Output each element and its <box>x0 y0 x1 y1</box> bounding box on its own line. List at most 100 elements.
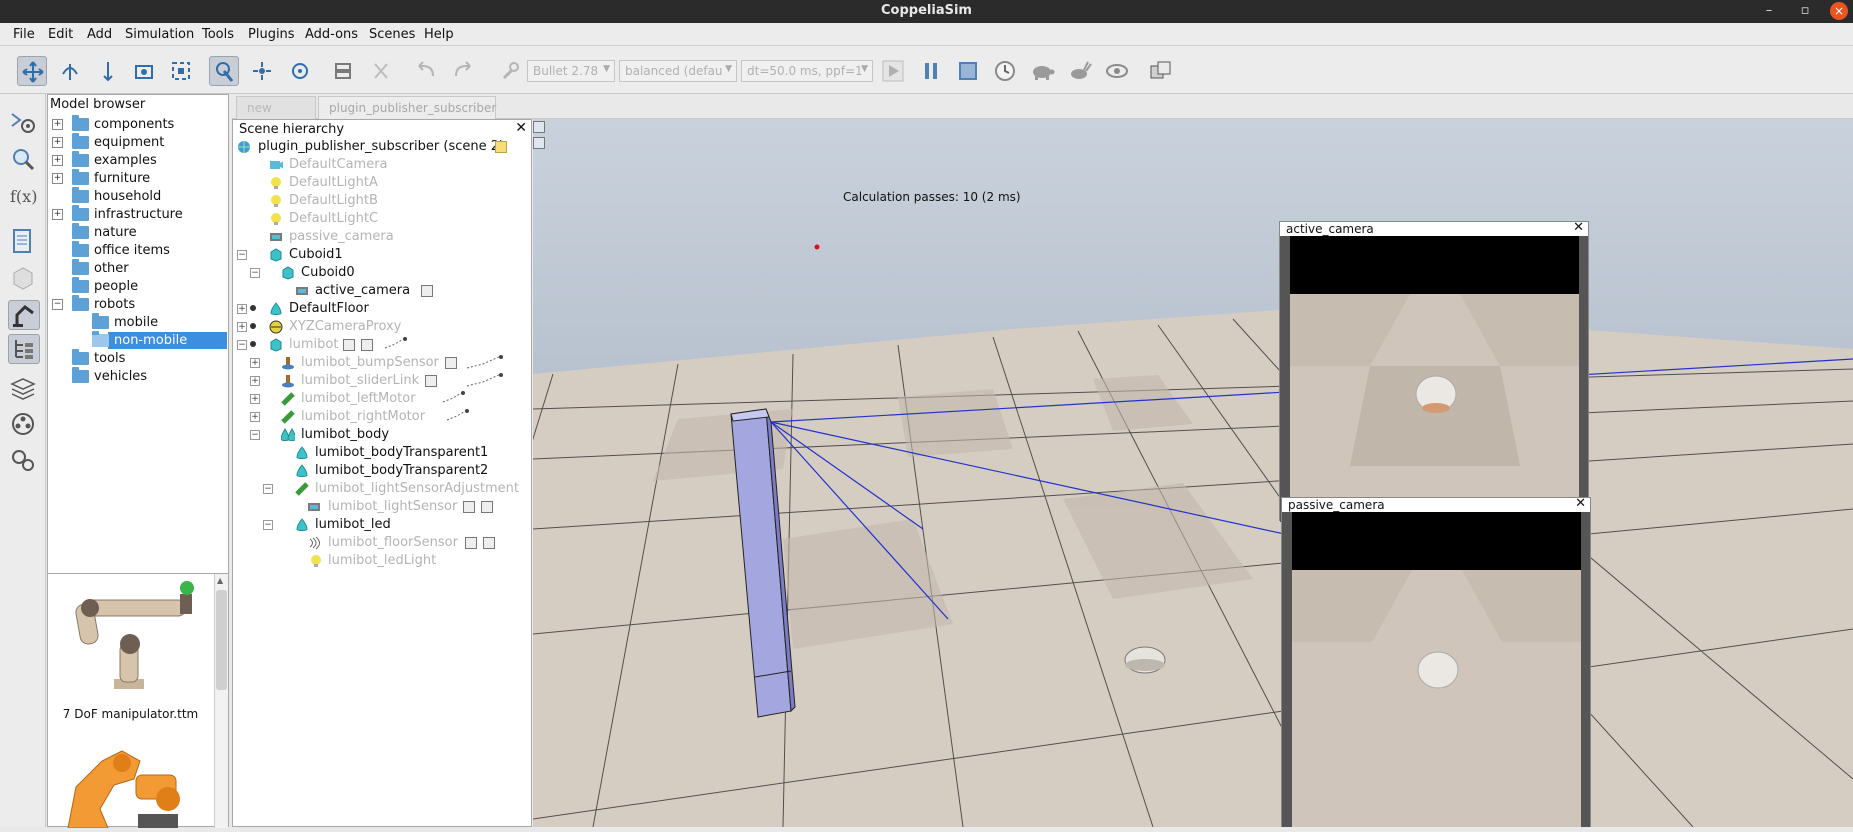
menu-file[interactable]: File <box>13 27 35 42</box>
customization-script-icon[interactable] <box>481 501 493 513</box>
menu-add[interactable]: Add <box>87 27 112 42</box>
close-floating-view-button[interactable]: ✕ <box>1573 221 1584 235</box>
expand-icon[interactable]: + <box>250 412 260 422</box>
expand-icon[interactable]: + <box>52 137 63 148</box>
menu-edit[interactable]: Edit <box>48 27 73 42</box>
script-icon[interactable] <box>445 357 457 369</box>
start-simulation-button[interactable] <box>878 56 908 86</box>
folder-nature[interactable]: nature <box>48 223 228 242</box>
menu-help[interactable]: Help <box>424 27 454 42</box>
undo-button[interactable] <box>411 56 441 86</box>
calculation-modules-button[interactable]: f(x) <box>8 182 40 212</box>
selection-button[interactable] <box>8 145 40 175</box>
script-icon[interactable] <box>425 375 437 387</box>
hierarchy-item-defaultcamera[interactable]: DefaultCamera <box>233 156 531 174</box>
timestep-select[interactable]: dt=50.0 ms, ppf=1 ▼ <box>741 60 873 82</box>
collapse-icon[interactable]: − <box>250 268 260 278</box>
click-selection-button[interactable] <box>209 56 239 86</box>
script-icon[interactable] <box>343 339 355 351</box>
script-icon[interactable] <box>421 285 433 297</box>
hierarchy-item-active-camera[interactable]: active_camera <box>233 282 531 300</box>
floating-view-passive-camera[interactable]: passive_camera ✕ <box>1281 497 1591 827</box>
script-icon[interactable] <box>495 141 507 153</box>
hierarchy-item-lumibot-rightmotor[interactable]: + lumibot_rightMotor <box>233 408 531 426</box>
tab-new-scene[interactable]: new scene <box>236 96 316 129</box>
collapse-icon[interactable]: − <box>52 299 63 310</box>
menu-scenes[interactable]: Scenes <box>369 27 415 42</box>
engine-settings-button[interactable] <box>495 56 525 86</box>
folder-vehicles[interactable]: vehicles <box>48 367 228 386</box>
folder-robots[interactable]: − robots <box>48 295 228 314</box>
slow-down-button[interactable] <box>1027 56 1057 86</box>
folder-household[interactable]: household <box>48 187 228 206</box>
folder-tools[interactable]: tools <box>48 349 228 368</box>
folder-furniture[interactable]: + furniture <box>48 169 228 188</box>
object-shift-button[interactable] <box>247 56 277 86</box>
folder-other[interactable]: other <box>48 259 228 278</box>
collapse-icon[interactable]: − <box>237 250 247 260</box>
scrollbar-thumb[interactable] <box>216 590 227 690</box>
menu-tools[interactable]: Tools <box>202 27 234 42</box>
expand-icon[interactable]: + <box>250 394 260 404</box>
hierarchy-item-lumibot-sliderlink[interactable]: + lumibot_sliderLink <box>233 372 531 390</box>
hierarchy-item-lumibot-led[interactable]: − lumibot_led <box>233 516 531 534</box>
shape-edit-button[interactable] <box>8 264 40 294</box>
folder-people[interactable]: people <box>48 277 228 296</box>
fit-view-button[interactable] <box>166 56 196 86</box>
collapse-icon[interactable]: − <box>263 484 273 494</box>
hierarchy-item-lumibot[interactable]: − lumibot <box>233 336 531 354</box>
hierarchy-item-lumibot-bumpsensor[interactable]: + lumibot_bumpSensor <box>233 354 531 372</box>
thumbnail-industrial-robot[interactable] <box>48 739 213 829</box>
expand-icon[interactable]: + <box>237 322 247 332</box>
speed-up-button[interactable] <box>1064 56 1094 86</box>
model-browser-toggle[interactable] <box>8 300 40 330</box>
hierarchy-item-xyzcameraproxy[interactable]: + XYZCameraProxy <box>233 318 531 336</box>
hierarchy-item-defaultlightb[interactable]: DefaultLightB <box>233 192 531 210</box>
engine-accuracy-select[interactable]: balanced (defau ▼ <box>619 60 737 82</box>
maximize-button[interactable]: ▫ <box>1794 1 1816 21</box>
expand-icon[interactable]: + <box>52 155 63 166</box>
camera-rotate-button[interactable] <box>55 56 85 86</box>
hierarchy-root[interactable]: plugin_publisher_subscriber (scene 2) <box>233 138 531 156</box>
stop-simulation-button[interactable] <box>953 56 983 86</box>
scene-viewport[interactable]: Calculation passes: 10 (2 ms) active_cam… <box>533 119 1853 827</box>
folder-non-mobile[interactable]: non-mobile <box>48 331 228 350</box>
close-floating-view-button[interactable]: ✕ <box>1575 497 1586 511</box>
expand-icon[interactable]: + <box>250 376 260 386</box>
collapse-icon[interactable]: − <box>263 520 273 530</box>
hierarchy-item-lumibot-body[interactable]: − lumibot_body <box>233 426 531 444</box>
view-split-handle[interactable] <box>533 121 545 133</box>
visualization-toggle-button[interactable] <box>1101 56 1131 86</box>
expand-icon[interactable]: + <box>237 304 247 314</box>
scene-settings-button[interactable] <box>1145 56 1175 86</box>
collapse-icon[interactable]: − <box>237 340 247 350</box>
simulation-settings-button[interactable] <box>8 108 40 138</box>
customization-script-icon[interactable] <box>361 339 373 351</box>
camera-shift-button[interactable] <box>93 56 123 86</box>
hierarchy-item-lumibot-leftmotor[interactable]: + lumibot_leftMotor <box>233 390 531 408</box>
transfer-dna-button[interactable] <box>366 56 396 86</box>
expand-icon[interactable]: + <box>250 358 260 368</box>
video-recorder-button[interactable] <box>8 410 40 440</box>
hierarchy-item-lumibot-bodytransparent2[interactable]: lumibot_bodyTransparent2 <box>233 462 531 480</box>
thumbnail-scrollbar[interactable]: ▲ <box>214 574 228 828</box>
floating-view-active-camera[interactable]: active_camera ✕ <box>1279 221 1589 522</box>
hierarchy-item-lumibot-lightsensor[interactable]: lumibot_lightSensor <box>233 498 531 516</box>
view-split-handle[interactable] <box>533 137 545 149</box>
scene-hierarchy-toggle[interactable] <box>8 334 40 364</box>
close-window-button[interactable]: × <box>1830 2 1848 20</box>
folder-examples[interactable]: + examples <box>48 151 228 170</box>
thumbnail-7dof-manipulator[interactable]: 7 DoF manipulator.ttm <box>48 574 213 724</box>
script-icon[interactable] <box>465 537 477 549</box>
folder-components[interactable]: + components <box>48 115 228 134</box>
script-icon[interactable] <box>463 501 475 513</box>
menu-simulation[interactable]: Simulation <box>125 27 194 42</box>
folder-infrastructure[interactable]: + infrastructure <box>48 205 228 224</box>
physics-engine-select[interactable]: Bullet 2.78 ▼ <box>527 60 615 82</box>
close-hierarchy-button[interactable]: ✕ <box>515 120 527 136</box>
hierarchy-item-lumibot-ledlight[interactable]: lumibot_ledLight <box>233 552 531 570</box>
camera-angle-button[interactable] <box>129 56 159 86</box>
camera-pan-button[interactable] <box>17 56 47 86</box>
user-settings-button[interactable] <box>8 446 40 476</box>
assemble-button[interactable] <box>328 56 358 86</box>
